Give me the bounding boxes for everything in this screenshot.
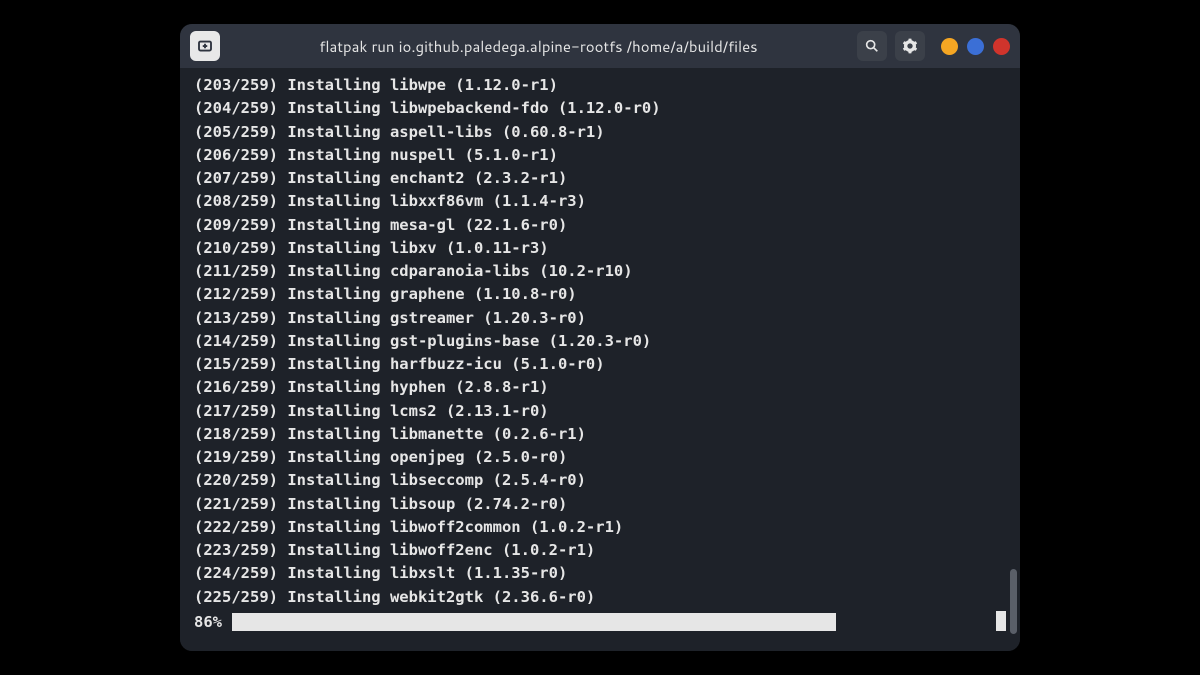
terminal-output[interactable]: (203/259) Installing libwpe (1.12.0-r1)(… [180, 68, 1020, 651]
log-line: (207/259) Installing enchant2 (2.3.2-r1) [194, 167, 1006, 190]
titlebar: flatpak run io.github.paledega.alpine-ro… [180, 24, 1020, 68]
log-line: (223/259) Installing libwoff2enc (1.0.2-… [194, 539, 1006, 562]
log-line: (221/259) Installing libsoup (2.74.2-r0) [194, 493, 1006, 516]
log-line: (208/259) Installing libxxf86vm (1.1.4-r… [194, 190, 1006, 213]
cursor [996, 611, 1006, 631]
log-line: (215/259) Installing harfbuzz-icu (5.1.0… [194, 353, 1006, 376]
log-line: (205/259) Installing aspell-libs (0.60.8… [194, 121, 1006, 144]
log-line: (220/259) Installing libseccomp (2.5.4-r… [194, 469, 1006, 492]
window-title: flatpak run io.github.paledega.alpine-ro… [228, 36, 849, 57]
log-line: (212/259) Installing graphene (1.10.8-r0… [194, 283, 1006, 306]
log-line: (222/259) Installing libwoff2common (1.0… [194, 516, 1006, 539]
close-button[interactable] [993, 38, 1010, 55]
minimize-button[interactable] [941, 38, 958, 55]
progress-bar-fill [232, 613, 836, 631]
progress-row: 86% [194, 611, 1006, 634]
log-line: (213/259) Installing gstreamer (1.20.3-r… [194, 307, 1006, 330]
search-icon [864, 38, 880, 54]
log-line: (219/259) Installing openjpeg (2.5.0-r0) [194, 446, 1006, 469]
progress-percent: 86% [194, 611, 222, 634]
menu-button[interactable] [895, 31, 925, 61]
log-line: (211/259) Installing cdparanoia-libs (10… [194, 260, 1006, 283]
gear-icon [902, 38, 918, 54]
log-line: (204/259) Installing libwpebackend-fdo (… [194, 97, 1006, 120]
log-line: (225/259) Installing webkit2gtk (2.36.6-… [194, 586, 1006, 609]
maximize-button[interactable] [967, 38, 984, 55]
window-controls [941, 38, 1010, 55]
log-line: (214/259) Installing gst-plugins-base (1… [194, 330, 1006, 353]
log-line: (217/259) Installing lcms2 (2.13.1-r0) [194, 400, 1006, 423]
log-line: (210/259) Installing libxv (1.0.11-r3) [194, 237, 1006, 260]
log-line: (218/259) Installing libmanette (0.2.6-r… [194, 423, 1006, 446]
log-line: (203/259) Installing libwpe (1.12.0-r1) [194, 74, 1006, 97]
new-tab-icon [196, 37, 214, 55]
log-line: (209/259) Installing mesa-gl (22.1.6-r0) [194, 214, 1006, 237]
log-line: (206/259) Installing nuspell (5.1.0-r1) [194, 144, 1006, 167]
log-line: (216/259) Installing hyphen (2.8.8-r1) [194, 376, 1006, 399]
scrollbar-thumb[interactable] [1010, 569, 1017, 633]
terminal-window: flatpak run io.github.paledega.alpine-ro… [180, 24, 1020, 651]
log-line: (224/259) Installing libxslt (1.1.35-r0) [194, 562, 1006, 585]
new-tab-button[interactable] [190, 31, 220, 61]
progress-bar [232, 613, 1006, 631]
search-button[interactable] [857, 31, 887, 61]
